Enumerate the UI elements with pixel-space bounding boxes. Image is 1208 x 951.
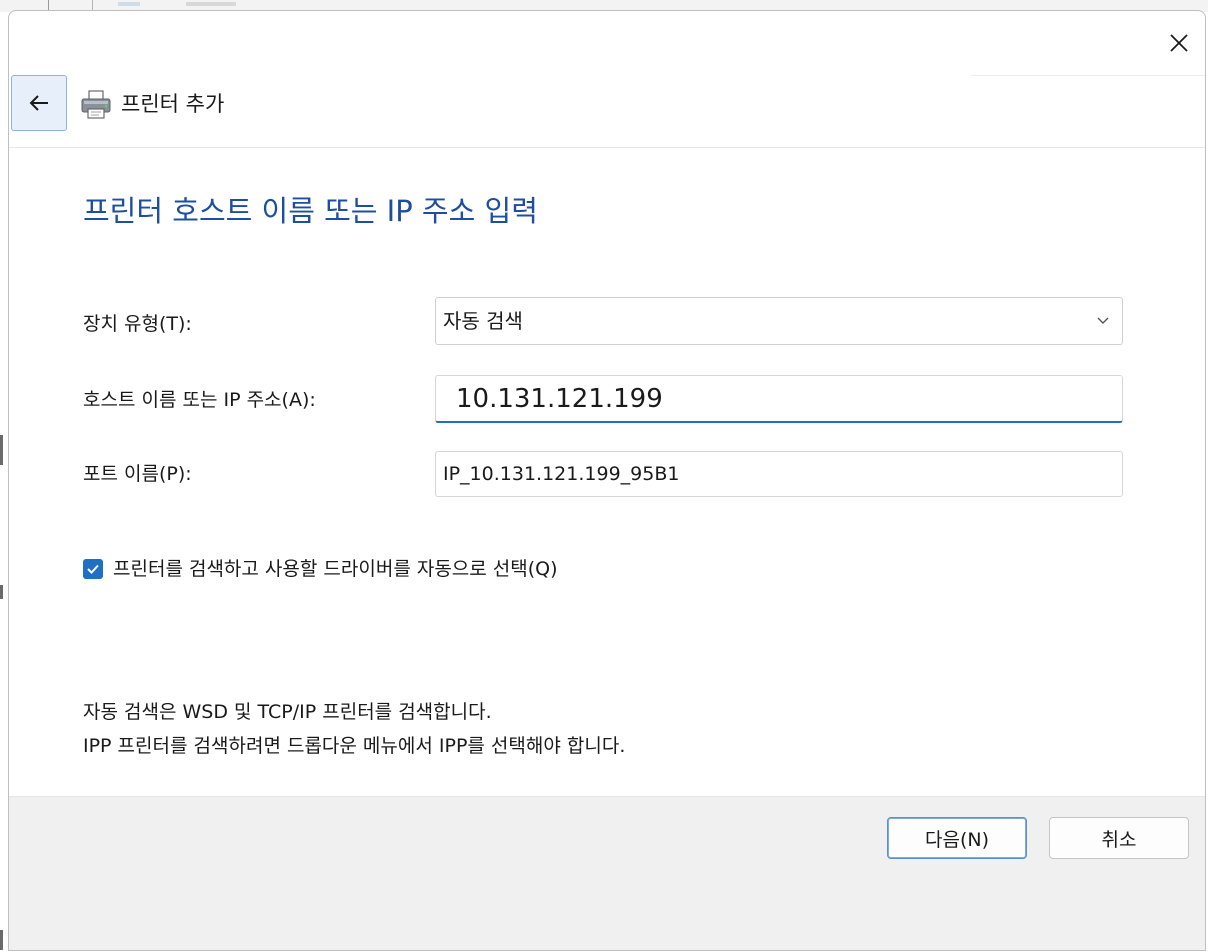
background-divider	[92, 0, 93, 10]
next-button[interactable]: 다음(N)	[887, 817, 1027, 859]
device-type-label: 장치 유형(T):	[83, 313, 192, 335]
port-name-value: IP_10.131.121.199_95B1	[443, 463, 680, 485]
chevron-down-icon	[1097, 317, 1109, 324]
checkmark-icon	[87, 564, 99, 574]
background-edge-mark	[0, 585, 3, 599]
navigation-bar: 프린터 추가	[9, 75, 1205, 141]
host-address-input[interactable]: 10.131.121.199	[435, 375, 1123, 423]
dialog-footer: 다음(N) 취소	[9, 796, 1205, 950]
wizard-title: 프린터 추가	[121, 92, 225, 116]
host-address-label: 호스트 이름 또는 IP 주소(A):	[83, 389, 316, 411]
back-arrow-icon	[29, 95, 48, 111]
background-edge-mark	[0, 930, 3, 950]
cancel-button[interactable]: 취소	[1049, 817, 1189, 859]
host-address-value: 10.131.121.199	[456, 384, 663, 414]
header-divider	[9, 147, 1205, 148]
background-tab	[118, 2, 140, 6]
port-name-input[interactable]: IP_10.131.121.199_95B1	[435, 451, 1123, 497]
close-icon	[1170, 34, 1188, 52]
background-divider	[48, 0, 49, 10]
auto-driver-checkbox[interactable]	[83, 559, 103, 579]
background-edge-mark	[0, 435, 3, 465]
info-text-line-2: IPP 프린터를 검색하려면 드롭다운 메뉴에서 IPP를 선택해야 합니다.	[83, 735, 626, 757]
add-printer-dialog: 프린터 추가 프린터 호스트 이름 또는 IP 주소 입력 장치 유형(T): …	[8, 10, 1206, 951]
back-button[interactable]	[11, 75, 67, 131]
device-type-dropdown[interactable]: 자동 검색	[435, 297, 1123, 345]
background-tab	[186, 2, 236, 6]
close-button[interactable]	[1157, 23, 1201, 63]
printer-icon	[81, 90, 111, 119]
auto-driver-label: 프린터를 검색하고 사용할 드라이버를 자동으로 선택(Q)	[113, 558, 558, 580]
page-heading: 프린터 호스트 이름 또는 IP 주소 입력	[83, 194, 538, 228]
screen: 프린터 추가 프린터 호스트 이름 또는 IP 주소 입력 장치 유형(T): …	[0, 0, 1208, 951]
info-text-line-1: 자동 검색은 WSD 및 TCP/IP 프린터를 검색합니다.	[83, 701, 492, 723]
port-name-label: 포트 이름(P):	[83, 463, 192, 485]
divider	[971, 75, 1205, 76]
device-type-selected: 자동 검색	[443, 309, 523, 333]
